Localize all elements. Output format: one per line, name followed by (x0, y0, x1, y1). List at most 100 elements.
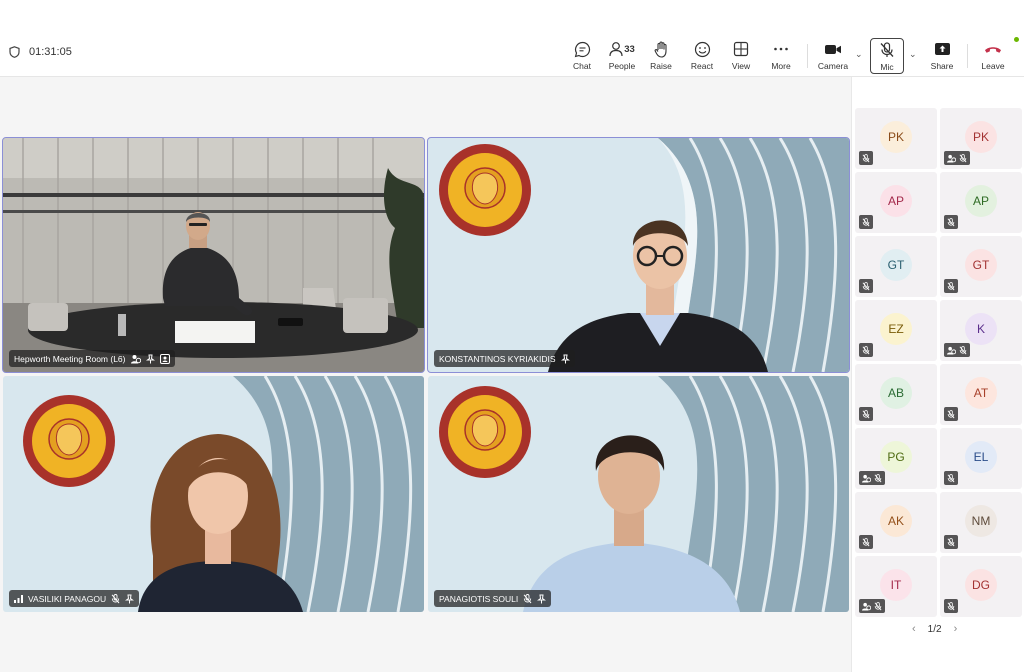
participant-tile[interactable]: PG (855, 428, 937, 489)
mic-button[interactable]: Mic (870, 38, 904, 74)
participant-tile[interactable]: AP (855, 172, 937, 233)
previous-page-chevron-left-icon[interactable]: ‹ (912, 623, 916, 635)
share-screen-icon (934, 43, 950, 55)
participant-tile[interactable]: AT (940, 364, 1022, 425)
participant-tile[interactable]: GT (855, 236, 937, 297)
raise-label: Raise (650, 61, 672, 71)
room-people-icon (130, 354, 141, 363)
chat-icon (574, 41, 590, 57)
avatar: NM (965, 505, 997, 537)
gallery-pager: ‹ 1/2 › (912, 623, 957, 635)
react-button[interactable]: React (681, 40, 723, 74)
participant-status-badge (859, 599, 885, 613)
participant-status-badge (859, 215, 873, 229)
more-label: More (771, 61, 791, 71)
share-label: Share (930, 61, 954, 71)
room-video-feed (3, 138, 424, 372)
pin-icon[interactable] (145, 354, 155, 364)
camera-options-chevron-down-icon[interactable]: ⌄ (855, 49, 863, 60)
mic-off-icon (947, 281, 955, 290)
avatar: PK (965, 121, 997, 153)
toolbar-separator (807, 44, 808, 68)
mic-off-icon (947, 601, 955, 610)
next-page-chevron-right-icon[interactable]: › (954, 623, 958, 635)
avatar: K (965, 313, 997, 345)
participant-status-badge (859, 535, 873, 549)
avatar: AP (965, 185, 997, 217)
room-people-icon (862, 474, 871, 483)
view-button[interactable]: View (720, 40, 762, 74)
participant-tile[interactable]: IT (855, 556, 937, 617)
more-dots-icon (774, 47, 788, 51)
status-dot-icon (1014, 37, 1019, 42)
avatar: GT (880, 249, 912, 281)
avatar: AP (880, 185, 912, 217)
hang-up-phone-icon (985, 46, 1001, 53)
mic-off-icon (111, 593, 120, 603)
pin-icon[interactable] (125, 594, 135, 604)
people-button[interactable]: 33 People (601, 40, 643, 74)
participant-tile[interactable]: GT (940, 236, 1022, 297)
participant-tile[interactable]: K (940, 300, 1022, 361)
participant-tile[interactable]: EZ (855, 300, 937, 361)
participant-tile[interactable]: AB (855, 364, 937, 425)
chat-button[interactable]: Chat (561, 40, 603, 74)
avatar: AT (965, 377, 997, 409)
video-tile-konstantinos[interactable]: KONSTANTINOS KYRIAKIDIS (427, 137, 850, 373)
video-stage: Hepworth Meeting Room (L6) KONSTANTINOS … (0, 77, 851, 672)
people-label: People (608, 61, 636, 71)
meeting-timer: 01:31:05 (9, 46, 72, 58)
participant-tile[interactable]: AP (940, 172, 1022, 233)
more-button[interactable]: More (760, 40, 802, 74)
participant-tile[interactable]: PK (855, 108, 937, 169)
video-tile-meeting-room[interactable]: Hepworth Meeting Room (L6) (2, 137, 425, 373)
participant-name: KONSTANTINOS KYRIAKIDIS (439, 353, 556, 364)
camera-button[interactable]: Camera (812, 40, 854, 74)
video-tile-vasiliki[interactable]: VASILIKI PANAGOU (3, 376, 424, 612)
mic-off-icon (880, 42, 894, 57)
people-icon (609, 42, 623, 57)
avatar: AK (880, 505, 912, 537)
participant-status-badge (859, 407, 873, 421)
participant-name-tag: PANAGIOTIS SOULI (434, 590, 552, 607)
participant-status-badge (859, 343, 873, 357)
mic-off-icon (947, 217, 955, 226)
share-button[interactable]: Share (921, 40, 963, 74)
leave-button[interactable]: Leave (972, 40, 1014, 74)
avatar: GT (965, 249, 997, 281)
participant-name: PANAGIOTIS SOULI (439, 593, 519, 604)
mic-off-icon (862, 153, 870, 162)
mic-off-icon (862, 281, 870, 290)
room-device-icon (159, 353, 170, 364)
react-label: React (690, 61, 714, 71)
room-people-icon (947, 154, 956, 163)
raise-hand-icon (654, 40, 667, 58)
participant-name: VASILIKI PANAGOU (28, 593, 107, 604)
participant-tile[interactable]: NM (940, 492, 1022, 553)
participant-name-tag: Hepworth Meeting Room (L6) (9, 350, 175, 367)
smiley-icon (694, 41, 710, 57)
participant-gallery-panel: PK PK AP AP GT GT EZ K AB AT PG EL AK NM IT DG ‹ 1/2 › (851, 77, 1024, 672)
participant-video-feed (428, 138, 849, 372)
mic-options-chevron-down-icon[interactable]: ⌄ (909, 49, 917, 60)
view-label: View (731, 61, 751, 71)
participant-status-badge (944, 151, 970, 165)
video-tile-panagiotis[interactable]: PANAGIOTIS SOULI (428, 376, 849, 612)
participant-tile[interactable]: DG (940, 556, 1022, 617)
participant-tile[interactable]: AK (855, 492, 937, 553)
pin-icon[interactable] (537, 594, 547, 604)
participant-status-badge (944, 599, 958, 613)
participant-tile[interactable]: EL (940, 428, 1022, 489)
camera-label: Camera (817, 61, 849, 71)
pin-icon[interactable] (560, 354, 570, 364)
page-indicator: 1/2 (927, 623, 942, 635)
participant-status-badge (859, 279, 873, 293)
mic-off-icon (862, 409, 870, 418)
people-count: 33 (624, 43, 635, 55)
participant-video-feed (428, 376, 849, 612)
participant-tile[interactable]: PK (940, 108, 1022, 169)
room-people-icon (947, 346, 956, 355)
raise-hand-button[interactable]: Raise (640, 40, 682, 74)
participant-name-tag: VASILIKI PANAGOU (9, 590, 140, 607)
avatar: IT (880, 569, 912, 601)
